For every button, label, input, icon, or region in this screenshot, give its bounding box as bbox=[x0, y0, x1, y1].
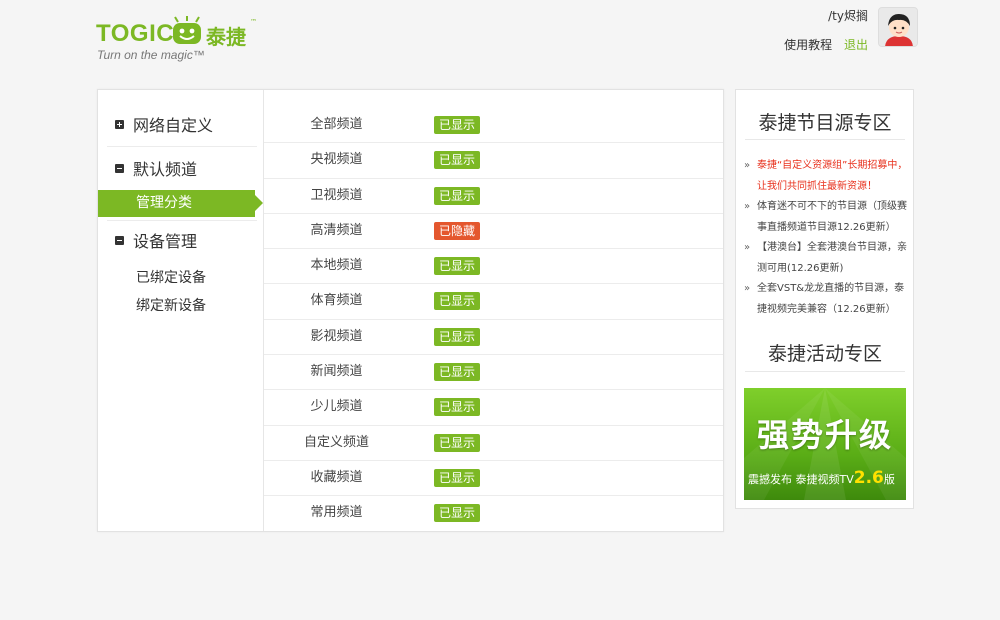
sidebar: 网络自定义 默认频道 管理分类 设备管理 已绑定设备 绑定新设备 bbox=[98, 90, 264, 531]
channel-name: 自定义频道 bbox=[303, 434, 369, 450]
channel-name: 卫视频道 bbox=[310, 187, 363, 203]
sidebar-item-bound-devices[interactable]: 已绑定设备 bbox=[136, 267, 206, 287]
status-badge[interactable]: 已显示 bbox=[434, 468, 481, 487]
status-badge[interactable]: 已显示 bbox=[434, 363, 481, 382]
channel-name: 影视频道 bbox=[310, 328, 363, 344]
status-badge[interactable]: 已显示 bbox=[434, 327, 481, 346]
channel-name: 收藏频道 bbox=[310, 469, 363, 485]
news-item[interactable]: 【港澳台】全套港澳台节目源，亲测可用(12.26更新) bbox=[742, 238, 908, 279]
promo-suffix: 版 bbox=[883, 473, 895, 486]
channel-row[interactable]: 本地频道 已显示 bbox=[264, 249, 723, 285]
title-divider bbox=[745, 139, 905, 140]
status-badge[interactable]: 已显示 bbox=[434, 433, 481, 452]
sidebar-group-default-channels[interactable]: 默认频道 bbox=[98, 146, 264, 190]
news-item[interactable]: 泰捷“自定义资源组”长期招募中，让我们共同抓住最新资源！ bbox=[742, 156, 908, 197]
sidebar-item-manage-categories[interactable]: 管理分类 bbox=[98, 190, 263, 217]
status-badge[interactable]: 已显示 bbox=[434, 116, 481, 134]
tutorial-link[interactable]: 使用教程 bbox=[784, 38, 832, 52]
title-divider bbox=[745, 371, 905, 372]
news-item[interactable]: 体育迷不可不下的节目源（顶级赛事直播频道节目源12.26更新） bbox=[742, 197, 908, 238]
avatar[interactable] bbox=[878, 7, 918, 47]
logo-chinese-name: 泰捷 bbox=[206, 25, 246, 49]
status-badge[interactable]: 已显示 bbox=[434, 398, 481, 417]
news-list: 泰捷“自定义资源组”长期招募中，让我们共同抓住最新资源！ 体育迷不可不下的节目源… bbox=[742, 156, 908, 320]
promo-headline: 强势升级 bbox=[756, 416, 893, 454]
minus-square-icon bbox=[115, 163, 124, 173]
channel-name: 少儿频道 bbox=[310, 399, 363, 415]
right-panel: 泰捷节目源专区 泰捷“自定义资源组”长期招募中，让我们共同抓住最新资源！ 体育迷… bbox=[735, 89, 914, 509]
logo-trademark: ™ bbox=[250, 18, 257, 26]
activity-section-title: 泰捷活动专区 bbox=[767, 343, 882, 365]
logo-robot-icon bbox=[173, 16, 201, 44]
channel-row[interactable]: 常用频道 已显示 bbox=[264, 496, 723, 531]
source-section-title: 泰捷节目源专区 bbox=[758, 112, 892, 134]
channel-row[interactable]: 少儿频道 已显示 bbox=[264, 390, 723, 426]
news-item[interactable]: 全套VST&龙龙直播的节目源，泰捷视频完美兼容（12.26更新） bbox=[742, 279, 908, 320]
brand-logo[interactable]: TOGIC 泰捷 ™ Turn on the magic™ bbox=[96, 12, 276, 64]
promo-version: 2.6 bbox=[853, 468, 884, 488]
minus-square-icon bbox=[115, 235, 124, 245]
channel-row[interactable]: 央视频道 已显示 bbox=[264, 143, 723, 179]
channel-row[interactable]: 全部频道 已显示 bbox=[264, 108, 723, 144]
status-badge[interactable]: 已显示 bbox=[434, 257, 481, 276]
channel-name: 高清频道 bbox=[310, 222, 363, 238]
status-badge[interactable]: 已隐藏 bbox=[434, 221, 481, 240]
sidebar-group-label: 网络自定义 bbox=[133, 116, 214, 135]
channel-name: 全部频道 bbox=[310, 117, 363, 132]
promo-subtitle: 震撼发布 泰捷视频TV2.6版 bbox=[748, 468, 895, 488]
status-badge[interactable]: 已显示 bbox=[434, 151, 481, 170]
channel-row[interactable]: 体育频道 已显示 bbox=[264, 284, 723, 320]
channel-name: 本地频道 bbox=[310, 258, 363, 274]
status-badge[interactable]: 已显示 bbox=[434, 504, 481, 523]
channel-row[interactable]: 影视频道 已显示 bbox=[264, 320, 723, 356]
sidebar-group-label: 设备管理 bbox=[133, 232, 198, 251]
sidebar-item-bind-new-device[interactable]: 绑定新设备 bbox=[136, 295, 206, 315]
sidebar-group-label: 默认频道 bbox=[133, 160, 198, 179]
channel-name: 常用频道 bbox=[310, 505, 363, 521]
channel-row[interactable]: 新闻频道 已显示 bbox=[264, 355, 723, 391]
main-panel: 网络自定义 默认频道 管理分类 设备管理 已绑定设备 绑定新设备 全部频道 已显示… bbox=[97, 89, 724, 532]
channel-row[interactable]: 收藏频道 已显示 bbox=[264, 461, 723, 497]
logo-wordmark: TOGIC bbox=[96, 20, 175, 47]
sidebar-group-device-management[interactable]: 设备管理 bbox=[98, 218, 264, 262]
user-avatar-icon bbox=[879, 8, 917, 46]
logout-link[interactable]: 退出 bbox=[844, 38, 868, 52]
channel-name: 新闻频道 bbox=[310, 364, 363, 380]
channel-row[interactable]: 高清频道 已隐藏 bbox=[264, 214, 723, 250]
channel-list: 全部频道 已显示 央视频道 已显示 卫视频道 已显示 高清频道 已隐藏 本地频道 已显示 … bbox=[264, 108, 723, 532]
logo-tagline: Turn on the magic™ bbox=[97, 48, 205, 62]
channel-row[interactable]: 自定义频道 已显示 bbox=[264, 426, 723, 461]
promo-banner[interactable]: 强势升级 震撼发布 泰捷视频TV2.6版 bbox=[744, 388, 906, 500]
channel-name: 体育频道 bbox=[310, 293, 363, 309]
status-badge[interactable]: 已显示 bbox=[434, 186, 481, 205]
channel-name: 央视频道 bbox=[310, 152, 363, 168]
user-links: 使用教程 退出 bbox=[776, 36, 868, 53]
plus-square-icon bbox=[115, 119, 124, 129]
promo-subtitle-text: 震撼发布 泰捷视频TV bbox=[748, 473, 854, 486]
channel-row[interactable]: 卫视频道 已显示 bbox=[264, 179, 723, 214]
username: /ty烬搁 bbox=[828, 9, 868, 23]
status-badge[interactable]: 已显示 bbox=[434, 292, 481, 311]
sidebar-group-network-custom[interactable]: 网络自定义 bbox=[98, 102, 264, 146]
